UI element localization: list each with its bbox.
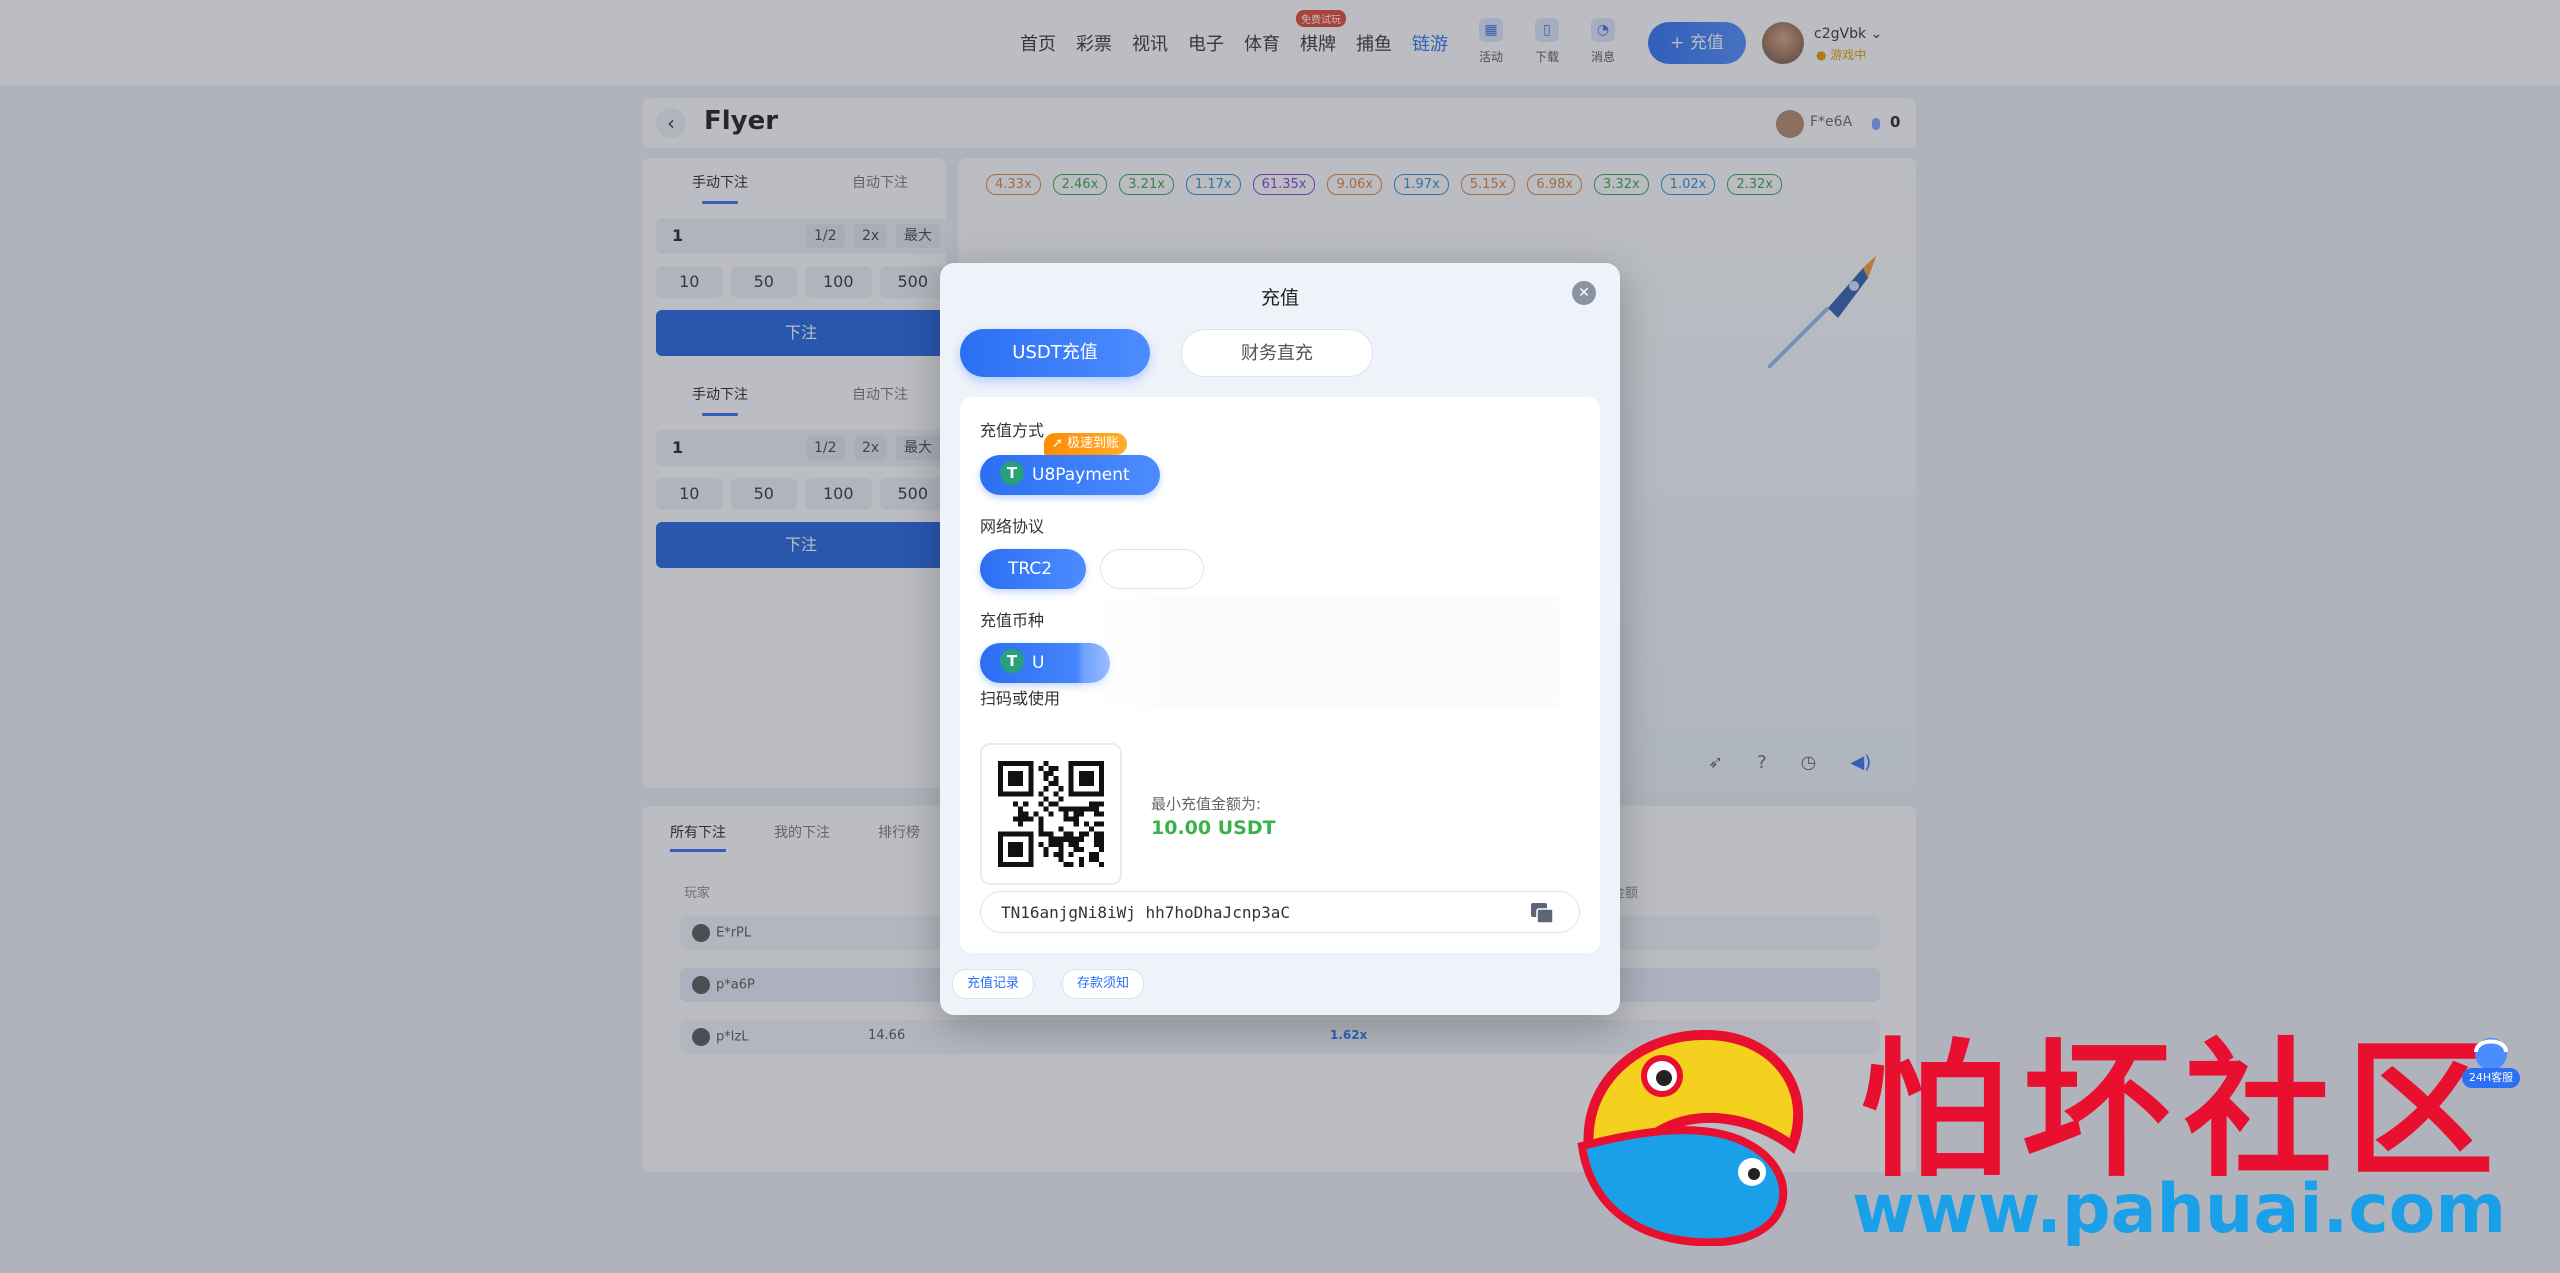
recharge-record-link[interactable]: 充值记录 bbox=[952, 969, 1035, 999]
tether-icon: T bbox=[1000, 649, 1024, 673]
qr-code-image bbox=[998, 761, 1104, 867]
tether-icon: T bbox=[1000, 461, 1024, 485]
recharge-form: 充值方式 T U8Payment ➚ 极速到账 网络协议 TRC2 充值币种 TU… bbox=[960, 397, 1600, 953]
tab-usdt-recharge[interactable]: USDT充值 bbox=[960, 329, 1150, 377]
customer-service-label: 24H客服 bbox=[2462, 1068, 2520, 1088]
redacted-area bbox=[1080, 597, 1560, 707]
headset-icon bbox=[2474, 1038, 2508, 1070]
qr-code bbox=[980, 743, 1122, 885]
currency-label: 充值币种 bbox=[980, 611, 1045, 630]
deposit-address: TN16anjgNi8iWj hh7hoDhaJcnp3aC bbox=[1001, 903, 1290, 922]
modal-title: 充值 bbox=[1260, 287, 1299, 309]
fast-arrival-badge: ➚ 极速到账 bbox=[1044, 433, 1128, 455]
copy-icon[interactable] bbox=[1529, 901, 1555, 925]
min-amount-label: 最小充值金额为: bbox=[1151, 795, 1262, 813]
customer-service-button[interactable]: 24H客服 bbox=[2462, 1030, 2520, 1094]
close-icon[interactable]: ✕ bbox=[1572, 281, 1596, 305]
network-option-trc20[interactable]: TRC2 bbox=[980, 549, 1086, 589]
deposit-address-field[interactable]: TN16anjgNi8iWj hh7hoDhaJcnp3aC bbox=[980, 891, 1580, 933]
network-option-other[interactable] bbox=[1100, 549, 1204, 589]
deposit-notice-link[interactable]: 存款须知 bbox=[1062, 969, 1145, 999]
method-option-u8payment[interactable]: T U8Payment bbox=[980, 455, 1160, 495]
fish-logo-icon bbox=[1577, 1029, 1804, 1246]
recharge-modal: 充值 ✕ USDT充值 财务直充 充值方式 T U8Payment ➚ 极速到账 … bbox=[940, 263, 1620, 1015]
tab-finance-direct[interactable]: 财务直充 bbox=[1181, 329, 1373, 377]
watermark-url: www.pahuai.com bbox=[1852, 1170, 2507, 1249]
method-label: 充值方式 bbox=[980, 421, 1045, 440]
scan-label: 扫码或使用 bbox=[980, 689, 1061, 708]
fast-arrival-text: 极速到账 bbox=[1067, 436, 1120, 451]
network-label: 网络协议 bbox=[980, 517, 1045, 536]
currency-name: U bbox=[1032, 653, 1045, 673]
method-name: U8Payment bbox=[1032, 465, 1130, 485]
min-amount-value: 10.00 USDT bbox=[1151, 817, 1276, 839]
